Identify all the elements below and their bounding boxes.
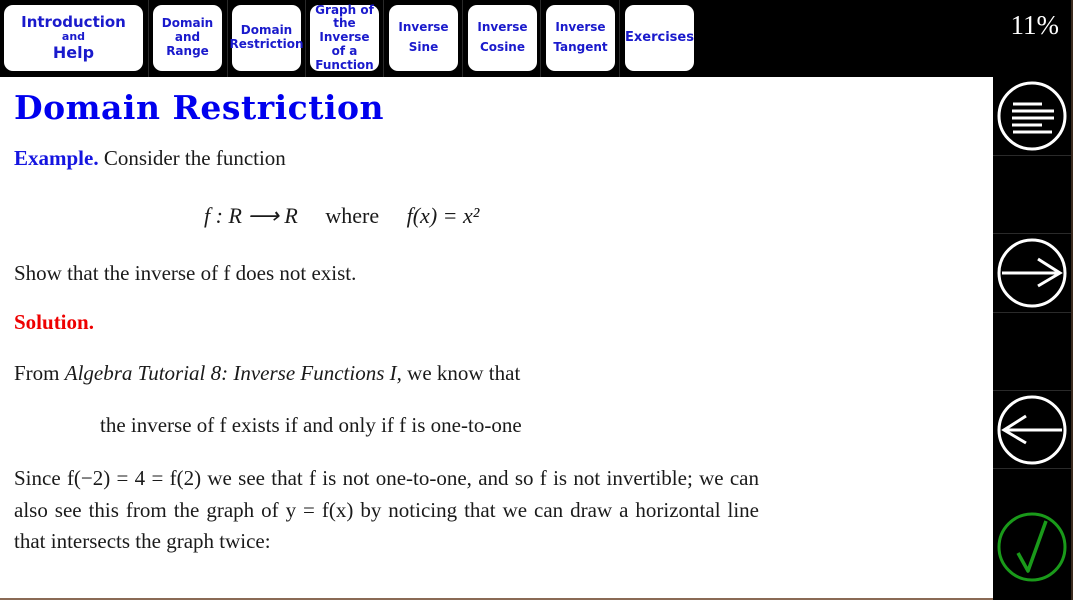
menu-icon bbox=[997, 81, 1067, 151]
divider bbox=[993, 312, 1071, 313]
formula-map: f : R ⟶ R bbox=[204, 203, 298, 228]
nav-label: the Inverse bbox=[319, 16, 370, 45]
solution-label: Solution. bbox=[14, 310, 94, 334]
top-navigation-bar: Introduction and Help Domain and Range D… bbox=[0, 0, 1071, 77]
reference-suffix: , we know that bbox=[396, 361, 521, 385]
reference-title: Algebra Tutorial 8: Inverse Functions I bbox=[64, 361, 397, 385]
nav-label: Introduction bbox=[21, 12, 126, 31]
nav-label: of a bbox=[331, 43, 358, 58]
nav-label: Graph of bbox=[315, 2, 374, 17]
nav-label: and bbox=[174, 30, 201, 45]
nav-button-inverse-tangent[interactable]: Inverse Tangent bbox=[546, 5, 615, 71]
nav-label: Inverse bbox=[398, 20, 449, 35]
divider bbox=[619, 0, 620, 77]
nav-button-graph-of-inverse[interactable]: Graph of the Inverse of a Function bbox=[310, 2, 379, 72]
example-text: Consider the function bbox=[103, 146, 286, 170]
nav-label: Exercises bbox=[625, 29, 694, 45]
nav-button-domain-restriction[interactable]: Domain Restriction bbox=[229, 5, 304, 71]
nav-label: Inverse bbox=[555, 20, 606, 35]
example-label: Example. bbox=[14, 146, 99, 170]
check-answer-button[interactable] bbox=[993, 507, 1071, 587]
previous-page-button[interactable] bbox=[993, 391, 1071, 468]
solution-paragraph: Since f(−2) = 4 = f(2) we see that f is … bbox=[14, 466, 759, 553]
example-line: Example. Consider the function bbox=[14, 146, 286, 171]
arrow-left-icon bbox=[997, 395, 1067, 464]
divider bbox=[227, 0, 228, 77]
nav-label: Domain bbox=[161, 16, 214, 31]
divider bbox=[540, 0, 541, 77]
nav-button-introduction-and-help[interactable]: Introduction and Help bbox=[4, 5, 143, 71]
divider bbox=[148, 0, 149, 77]
menu-button[interactable] bbox=[993, 78, 1071, 154]
reference-line: From Algebra Tutorial 8: Inverse Functio… bbox=[14, 361, 520, 386]
nav-button-exercises[interactable]: Exercises bbox=[625, 5, 694, 71]
nav-label: Domain bbox=[240, 23, 293, 38]
nav-button-inverse-cosine[interactable]: Inverse Cosine bbox=[468, 5, 537, 71]
next-page-button[interactable] bbox=[993, 234, 1071, 311]
divider bbox=[993, 468, 1071, 469]
formula-def: f(x) = x² bbox=[406, 203, 480, 228]
divider bbox=[993, 155, 1071, 156]
nav-button-domain-and-range[interactable]: Domain and Range bbox=[153, 5, 222, 71]
checkmark-icon bbox=[997, 512, 1067, 582]
nav-label: Inverse bbox=[477, 20, 528, 35]
nav-label: and bbox=[61, 30, 86, 44]
nav-label: Restriction bbox=[229, 37, 304, 51]
right-sidebar bbox=[993, 77, 1071, 600]
progress-percent: 11% bbox=[1010, 10, 1060, 40]
page-title: Domain Restriction bbox=[14, 88, 384, 127]
nav-button-inverse-sine[interactable]: Inverse Sine bbox=[389, 5, 458, 71]
arrow-right-icon bbox=[997, 238, 1067, 307]
task-text: Show that the inverse of f does not exis… bbox=[14, 261, 357, 285]
divider bbox=[305, 0, 306, 77]
nav-label: Sine bbox=[408, 40, 439, 54]
nav-label: Cosine bbox=[480, 40, 525, 54]
theorem-statement: the inverse of f exists if and only if f… bbox=[100, 413, 522, 437]
reference-prefix: From bbox=[14, 361, 60, 385]
formula-where: where bbox=[325, 203, 380, 228]
divider bbox=[462, 0, 463, 77]
nav-label: Function bbox=[315, 57, 374, 72]
nav-label: Help bbox=[52, 42, 95, 62]
divider bbox=[383, 0, 384, 77]
nav-label: Tangent bbox=[553, 40, 608, 54]
function-definition: f : R ⟶ R where f(x) = x² bbox=[204, 203, 479, 229]
nav-label: Range bbox=[166, 43, 209, 58]
